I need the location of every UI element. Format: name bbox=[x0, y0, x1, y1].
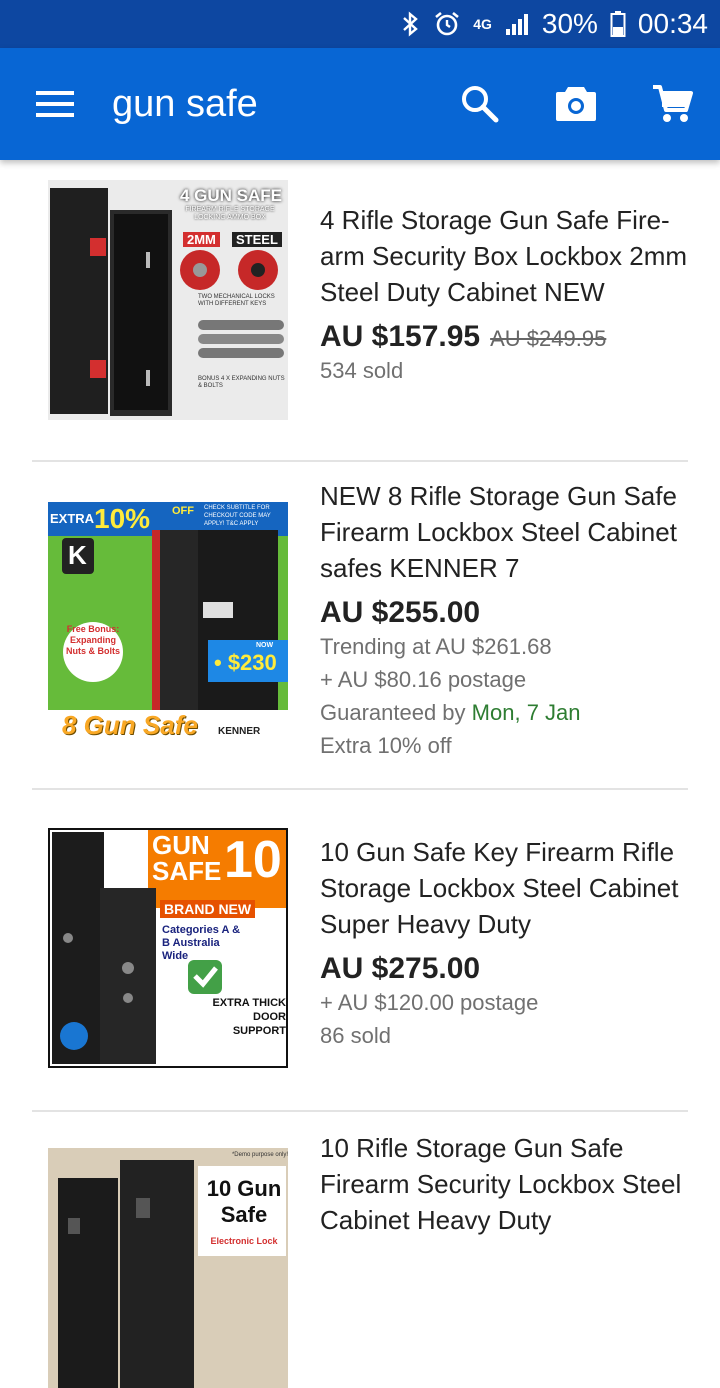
brand-logo: K bbox=[68, 540, 87, 570]
alarm-icon bbox=[433, 10, 461, 38]
list-item[interactable]: *Demo purpose only! 10 Gun Safe Electroni… bbox=[32, 1112, 688, 1388]
thumb-percent: 10% bbox=[94, 503, 151, 534]
thumb-brand: FORT KNOX bbox=[110, 836, 128, 848]
item-price: AU $157.95 bbox=[320, 320, 481, 353]
signal-icon bbox=[504, 11, 530, 37]
item-original-price: AU $249.95 bbox=[490, 326, 607, 351]
thumb-title-line2: SAFE bbox=[152, 856, 222, 886]
thumb-bonus: Free Bonus: Expanding Nuts & Bolts bbox=[66, 624, 120, 656]
thumb-title: GUN SAFE bbox=[152, 832, 221, 884]
cart-button[interactable] bbox=[624, 48, 720, 160]
camera-icon bbox=[556, 87, 596, 121]
item-image[interactable]: EXTRA 10% OFF CHECK SUBTITLE FOR CHECKOU… bbox=[48, 502, 288, 742]
menu-button[interactable] bbox=[0, 48, 112, 160]
thumb-off: OFF bbox=[172, 505, 194, 517]
thumb-title-line2: Safe bbox=[220, 1202, 268, 1227]
thumb-title: 10 Gun Safe bbox=[202, 1176, 286, 1228]
thumb-note: *Demo purpose only! bbox=[231, 1152, 288, 1158]
search-button[interactable] bbox=[432, 48, 528, 160]
thumb-badge: 2MM bbox=[183, 232, 220, 247]
camera-search-button[interactable] bbox=[528, 48, 624, 160]
thumb-door-note: EXTRA THICK DOOR SUPPORT bbox=[212, 997, 286, 1037]
thumb-extra: EXTRA bbox=[50, 511, 95, 526]
menu-icon bbox=[36, 91, 74, 117]
thumb-note: BONUS 4 X EXPANDING NUTS & BOLTS bbox=[198, 376, 285, 389]
item-title[interactable]: NEW 8 Rifle Storage Gun Safe Firearm Loc… bbox=[320, 478, 692, 586]
thumb-note: CHECK SUBTITLE FOR CHECKOUT CODE MAY APP… bbox=[204, 505, 271, 527]
network-type-label: 4G bbox=[473, 16, 492, 32]
item-image[interactable]: 4 GUN SAFE FIREARM RIFLE STORAGE LOCKING… bbox=[48, 180, 288, 420]
thumb-categories: Categories A & B Australia Wide bbox=[162, 924, 241, 962]
thumb-title-line1: 10 Gun bbox=[206, 1176, 282, 1201]
now-price-tag: NOW • $230 bbox=[208, 640, 288, 682]
item-title[interactable]: 4 Rifle Storage Gun Safe Fire-arm Securi… bbox=[320, 202, 692, 310]
list-item[interactable]: 4 GUN SAFE FIREARM RIFLE STORAGE LOCKING… bbox=[32, 160, 688, 462]
status-bar: 4G 30% 00:34 bbox=[0, 0, 720, 48]
item-title[interactable]: 10 Gun Safe Key Firearm Rifle Storage Lo… bbox=[320, 834, 692, 942]
item-price: AU $275.00 bbox=[320, 952, 481, 985]
item-price: AU $255.00 bbox=[320, 596, 481, 629]
thumb-lock: Electronic Lock bbox=[210, 1236, 278, 1246]
item-sold-count: 534 sold bbox=[320, 358, 404, 383]
battery-percent: 30% bbox=[541, 8, 598, 39]
item-extra-discount: Extra 10% off bbox=[320, 733, 452, 758]
bluetooth-icon bbox=[401, 11, 421, 37]
thumb-number: 10 bbox=[224, 831, 282, 889]
search-icon bbox=[462, 86, 499, 123]
list-item[interactable]: FORT KNOX GUN SAFE 10 BRAND NEW Categorie… bbox=[32, 790, 688, 1112]
item-trending-price: Trending at AU $261.68 bbox=[320, 634, 552, 659]
thumb-banner: 8 Gun Safe bbox=[62, 710, 198, 740]
item-postage: + AU $80.16 postage bbox=[320, 667, 527, 692]
app-bar: gun safe bbox=[0, 48, 720, 160]
thumb-now: NOW bbox=[256, 642, 274, 649]
item-sold-count: 86 sold bbox=[320, 1023, 391, 1048]
item-postage: + AU $120.00 postage bbox=[320, 990, 539, 1015]
thumb-badge: BRAND NEW bbox=[160, 900, 256, 918]
thumb-title: 4 GUN SAFE bbox=[179, 186, 283, 205]
thumb-subtitle: FIREARM RIFLE STORAGE LOCKING AMMO BOX bbox=[185, 206, 275, 221]
clock: 00:34 bbox=[637, 8, 708, 39]
search-query[interactable]: gun safe bbox=[112, 83, 258, 126]
battery-icon bbox=[610, 10, 626, 38]
item-guarantee: Guaranteed by Mon, 7 Jan bbox=[320, 696, 692, 729]
cart-icon bbox=[653, 85, 693, 122]
thumb-now-price: • $230 bbox=[214, 650, 277, 675]
item-title[interactable]: 10 Rifle Storage Gun Safe Firearm Securi… bbox=[320, 1130, 692, 1238]
thumb-badge: STEEL bbox=[232, 232, 282, 247]
thumb-note: TWO MECHANICAL LOCKS WITH DIFFERENT KEYS bbox=[198, 294, 275, 307]
list-item[interactable]: EXTRA 10% OFF CHECK SUBTITLE FOR CHECKOU… bbox=[32, 462, 688, 790]
guarantee-prefix: Guaranteed by bbox=[320, 700, 472, 725]
item-image[interactable]: FORT KNOX GUN SAFE 10 BRAND NEW Categorie… bbox=[48, 828, 288, 1068]
guarantee-date: Mon, 7 Jan bbox=[471, 700, 581, 725]
item-image[interactable]: *Demo purpose only! 10 Gun Safe Electroni… bbox=[48, 1148, 288, 1388]
thumb-brand: KENNER bbox=[218, 726, 261, 737]
